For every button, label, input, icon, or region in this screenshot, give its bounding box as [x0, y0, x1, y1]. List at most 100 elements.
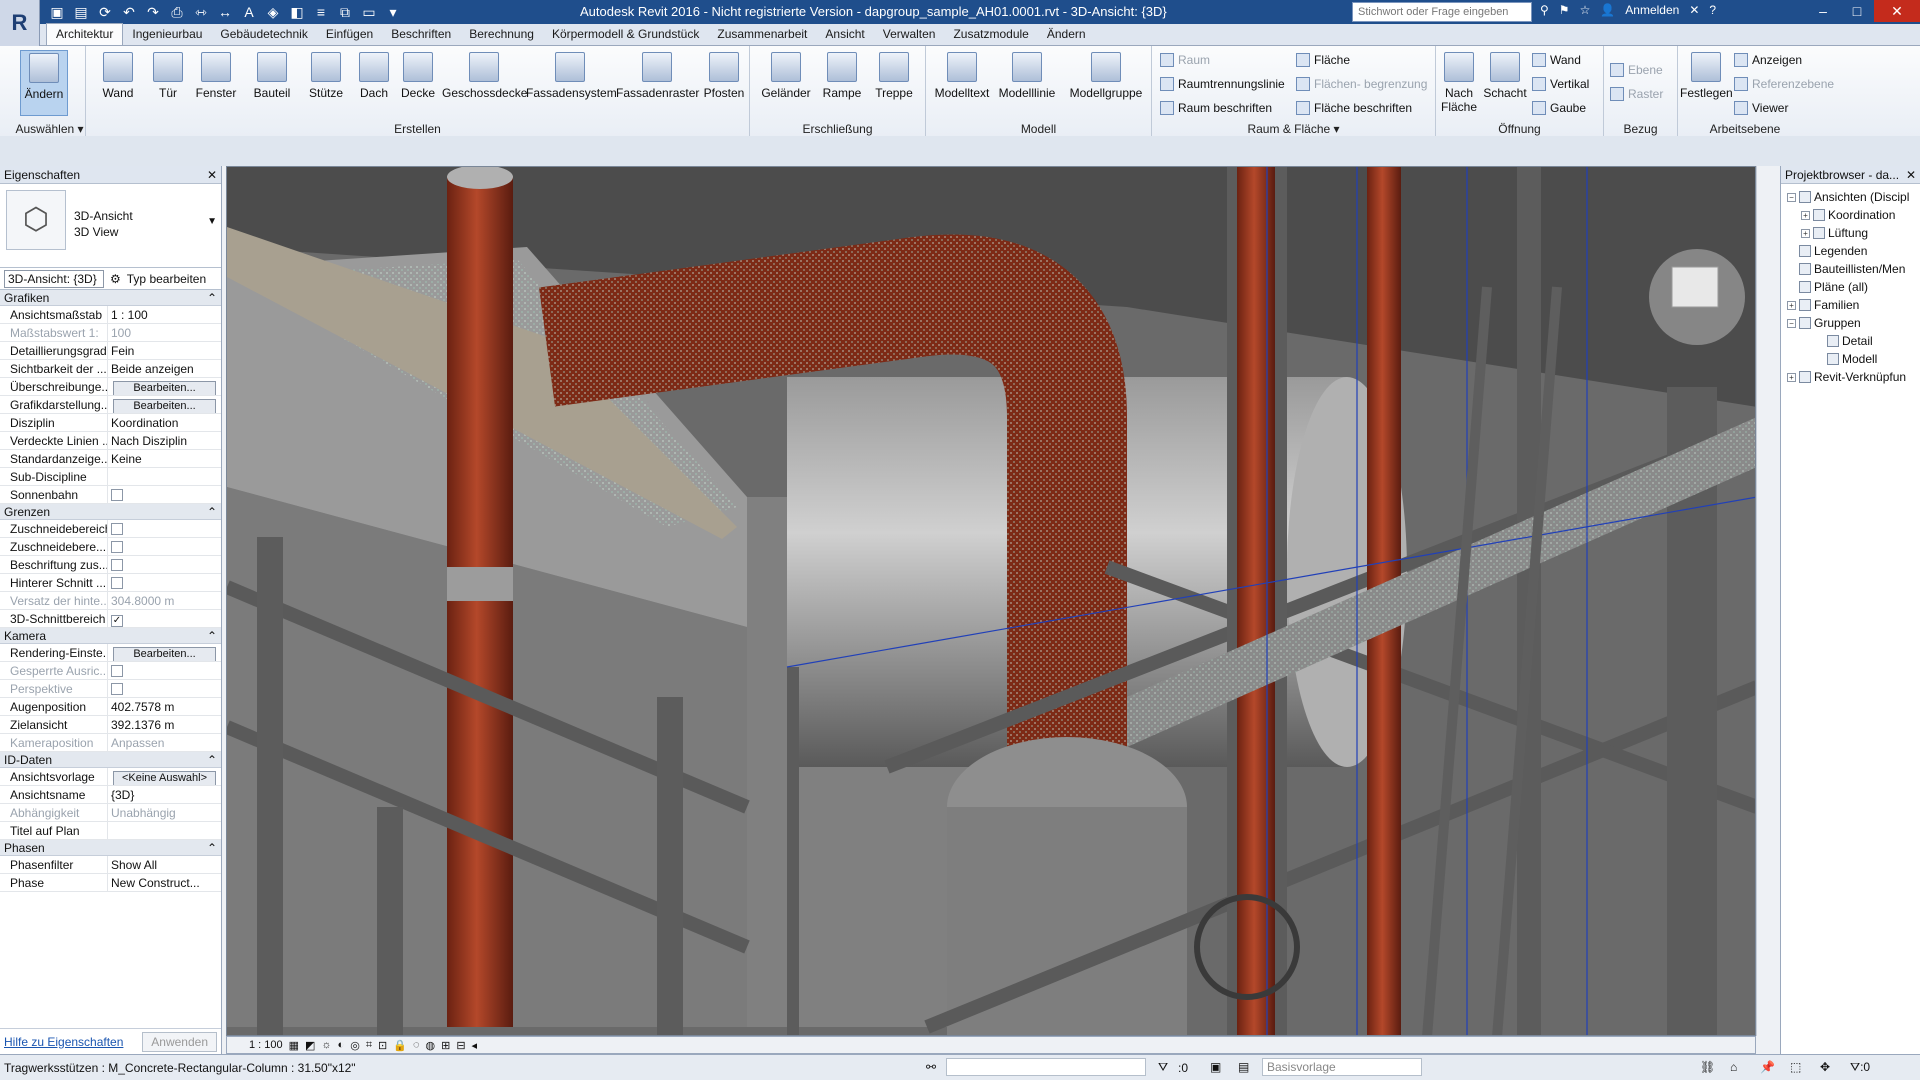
dormer-button[interactable]: Gaube: [1532, 98, 1586, 118]
ceiling-button[interactable]: Decke: [392, 50, 444, 116]
properties-help-link[interactable]: Hilfe zu Eigenschaften: [4, 1035, 123, 1049]
checkbox[interactable]: [111, 559, 123, 571]
tab-aendern[interactable]: Ändern: [1038, 24, 1095, 45]
switch-windows-icon[interactable]: ▭: [360, 3, 378, 21]
model-group-button[interactable]: Modellgruppe: [1064, 50, 1148, 116]
property-value[interactable]: [108, 486, 221, 503]
design-option-dropdown[interactable]: Basisvorlage: [1262, 1058, 1422, 1076]
temp-hide-icon[interactable]: ◌: [413, 1039, 420, 1051]
shadows-icon[interactable]: ◐: [338, 1039, 345, 1051]
apply-button[interactable]: Anwenden: [142, 1031, 217, 1052]
worksets-icon[interactable]: ⚯: [926, 1060, 936, 1074]
tab-gebaeudetechnik[interactable]: Gebäudetechnik: [211, 24, 316, 45]
property-value[interactable]: [108, 520, 221, 537]
wall-opening-button[interactable]: Wand: [1532, 50, 1581, 70]
tag-area-button[interactable]: Fläche beschriften: [1296, 98, 1412, 118]
modify-button[interactable]: Ändern: [20, 50, 68, 116]
render-icon[interactable]: ◎: [350, 1039, 360, 1052]
property-value[interactable]: Fein: [108, 342, 221, 359]
scroll-left-icon[interactable]: ◂: [472, 1039, 478, 1052]
column-button[interactable]: Stütze: [300, 50, 352, 116]
tab-ingenieurbau[interactable]: Ingenieurbau: [123, 24, 211, 45]
save-icon[interactable]: ▤: [72, 3, 90, 21]
subscription-icon[interactable]: ⚑: [1559, 3, 1570, 17]
property-section-header[interactable]: Phasen ⌃: [0, 840, 221, 856]
filter-count-icon[interactable]: ⛛:0: [1850, 1060, 1870, 1075]
viewport-scrollbar[interactable]: [1756, 166, 1772, 1036]
level-button[interactable]: Ebene: [1610, 60, 1663, 80]
railing-button[interactable]: Geländer: [754, 50, 818, 116]
edit-type-icon[interactable]: ⚙: [110, 272, 121, 286]
property-section-header[interactable]: Kamera ⌃: [0, 628, 221, 644]
checkbox[interactable]: [111, 523, 123, 535]
expand-toggle-icon[interactable]: −: [1787, 192, 1796, 202]
section-icon[interactable]: ◧: [288, 3, 306, 21]
collapse-icon[interactable]: ⌃: [207, 841, 217, 855]
highlight-icon[interactable]: ⊟: [456, 1039, 465, 1052]
property-value[interactable]: {3D}: [108, 786, 221, 803]
browser-tree-item[interactable]: + Revit-Verknüpfun: [1781, 368, 1920, 386]
group-label[interactable]: Raum & Fläche ▾: [1152, 122, 1435, 136]
maximize-icon[interactable]: □: [1840, 0, 1874, 22]
minimize-icon[interactable]: –: [1806, 0, 1840, 22]
select-pinned-icon[interactable]: 📌: [1760, 1060, 1775, 1074]
stair-button[interactable]: Treppe: [868, 50, 920, 116]
reveal-hidden-icon[interactable]: ◍: [425, 1039, 435, 1052]
close-icon[interactable]: ✕: [1906, 168, 1916, 182]
vertical-opening-button[interactable]: Vertikal: [1532, 74, 1589, 94]
property-value[interactable]: 392.1376 m: [108, 716, 221, 733]
chevron-down-icon[interactable]: ▼: [207, 216, 217, 227]
binoculars-icon[interactable]: ⚲: [1540, 3, 1549, 17]
favorites-icon[interactable]: ☆: [1580, 3, 1591, 17]
curtain-grid-button[interactable]: Fassadenraster: [616, 50, 699, 116]
select-links-icon[interactable]: ⛓: [1700, 1060, 1715, 1074]
browser-tree-item[interactable]: − Gruppen: [1781, 314, 1920, 332]
property-value[interactable]: Koordination: [108, 414, 221, 431]
crop-icon[interactable]: ⌗: [366, 1039, 372, 1052]
signin-button[interactable]: Anmelden: [1625, 3, 1679, 17]
tab-berechnung[interactable]: Berechnung: [460, 24, 543, 45]
property-value[interactable]: ✓: [108, 610, 221, 627]
browser-tree-item[interactable]: + Lüftung: [1781, 224, 1920, 242]
tab-einfuegen[interactable]: Einfügen: [317, 24, 382, 45]
ramp-button[interactable]: Rampe: [816, 50, 868, 116]
collapse-icon[interactable]: ⌃: [207, 291, 217, 305]
editable-only-icon[interactable]: ▣: [1210, 1060, 1221, 1074]
filter-icon[interactable]: ⛛: [1158, 1060, 1168, 1075]
close-hidden-icon[interactable]: ⧉: [336, 3, 354, 21]
drag-elements-icon[interactable]: ✥: [1820, 1060, 1830, 1074]
edit-type-button[interactable]: Typ bearbeiten: [127, 272, 206, 286]
revit-logo-button[interactable]: R: [0, 0, 40, 46]
set-workplane-button[interactable]: Festlegen: [1680, 50, 1733, 116]
property-section-header[interactable]: Grenzen ⌃: [0, 504, 221, 520]
print-icon[interactable]: ⎙: [168, 3, 186, 21]
ref-plane-button[interactable]: Referenzebene: [1734, 74, 1834, 94]
redo-icon[interactable]: ↷: [144, 3, 162, 21]
instance-filter-dropdown[interactable]: 3D-Ansicht: {3D}: [4, 269, 104, 288]
open-icon[interactable]: ▣: [48, 3, 66, 21]
door-button[interactable]: Tür: [142, 50, 194, 116]
collapse-icon[interactable]: ⌃: [207, 753, 217, 767]
measure-icon[interactable]: ⇿: [192, 3, 210, 21]
expand-toggle-icon[interactable]: +: [1801, 228, 1810, 238]
user-icon[interactable]: 👤: [1600, 3, 1615, 17]
component-button[interactable]: Bauteil: [246, 50, 298, 116]
edit-button[interactable]: Bearbeiten...: [113, 647, 216, 661]
floor-button[interactable]: Geschossdecke: [442, 50, 527, 116]
property-value[interactable]: Bearbeiten...: [108, 644, 221, 661]
property-value[interactable]: 1 : 100: [108, 306, 221, 323]
3d-model-render[interactable]: [227, 167, 1756, 1036]
checkbox[interactable]: ✓: [111, 615, 123, 627]
checkbox[interactable]: [111, 541, 123, 553]
sync-icon[interactable]: ⟳: [96, 3, 114, 21]
property-section-header[interactable]: ID-Daten ⌃: [0, 752, 221, 768]
edit-button[interactable]: <Keine Auswahl>: [113, 771, 216, 785]
select-by-face-icon[interactable]: ⬚: [1790, 1060, 1801, 1074]
scale-button[interactable]: 1 : 100: [249, 1039, 283, 1051]
checkbox[interactable]: [111, 489, 123, 501]
property-value[interactable]: [108, 468, 221, 485]
select-underlay-icon[interactable]: ⌂: [1730, 1060, 1737, 1074]
property-value[interactable]: [108, 556, 221, 573]
property-value[interactable]: Beide anzeigen: [108, 360, 221, 377]
property-value[interactable]: [108, 574, 221, 591]
